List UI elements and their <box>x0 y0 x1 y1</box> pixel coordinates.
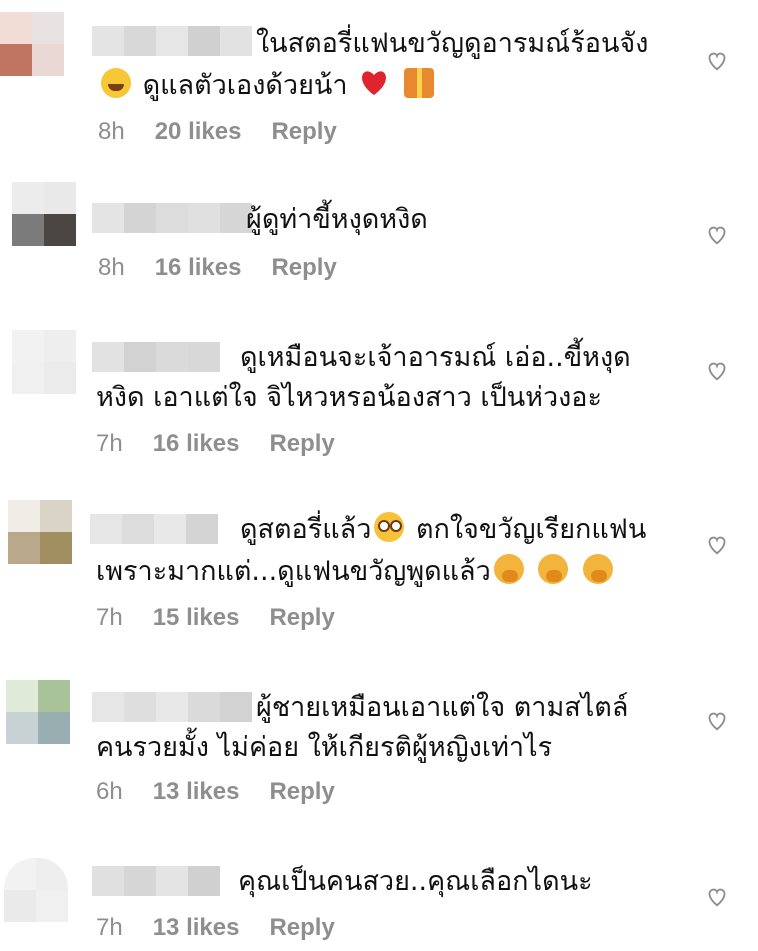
like-heart-icon[interactable] <box>706 886 728 908</box>
timestamp: 6h <box>96 778 123 805</box>
comment-meta: 7h 15 likes Reply <box>96 604 335 632</box>
likes-count[interactable]: 15 likes <box>153 604 240 632</box>
avatar[interactable] <box>4 858 68 922</box>
avatar[interactable] <box>12 330 76 394</box>
comment-meta: 8h 20 likes Reply <box>98 118 337 146</box>
likes-count[interactable]: 13 likes <box>153 914 240 942</box>
username-blurred[interactable] <box>90 514 218 544</box>
face-with-hand-over-mouth-emoji <box>493 554 524 584</box>
comment-text-line2: เพราะมากแต่...ดูแฟนขวัญพูดแล้ว <box>96 552 616 592</box>
like-heart-icon[interactable] <box>706 360 728 382</box>
username-blurred[interactable] <box>92 692 252 722</box>
comment-text: ผู้ดูท่าขี้หงุดหงิด <box>246 204 428 235</box>
reply-button[interactable]: Reply <box>269 778 334 806</box>
comment-text-line2: หงิด เอาแต่ใจ จิไหวหรอน้องสาว เป็นห่วงอะ <box>96 382 603 413</box>
comment-text-line2: ดูแลตัวเองด้วยน้า <box>98 66 437 106</box>
username-blurred[interactable] <box>92 26 252 56</box>
like-heart-icon[interactable] <box>706 710 728 732</box>
comment-meta: 7h 16 likes Reply <box>96 430 335 458</box>
comment-text: คุณเป็นคนสวย..คุณเลือกไดนะ <box>238 866 593 897</box>
wrapped-gift-emoji <box>403 68 434 98</box>
reply-button[interactable]: Reply <box>269 914 334 942</box>
comment-meta: 8h 16 likes Reply <box>98 254 337 282</box>
username-blurred[interactable] <box>92 866 220 896</box>
face-with-hand-over-mouth-emoji <box>538 554 569 584</box>
like-heart-icon[interactable] <box>706 224 728 246</box>
username-blurred[interactable] <box>92 203 252 233</box>
comment-text-line2: คนรวยมั้ง ไม่ค่อย ให้เกียรติผู้หญิงเท่าไ… <box>96 732 553 763</box>
timestamp: 7h <box>96 430 123 457</box>
timestamp: 7h <box>96 604 123 631</box>
timestamp: 8h <box>98 254 125 281</box>
reply-button[interactable]: Reply <box>269 430 334 458</box>
avatar[interactable] <box>12 182 76 246</box>
likes-count[interactable]: 16 likes <box>155 254 242 282</box>
comment-meta: 7h 13 likes Reply <box>96 914 335 942</box>
avatar[interactable] <box>0 12 64 76</box>
timestamp: 7h <box>96 914 123 941</box>
reply-button[interactable]: Reply <box>269 604 334 632</box>
likes-count[interactable]: 13 likes <box>153 778 240 806</box>
username-blurred[interactable] <box>92 342 220 372</box>
red-heart-emoji <box>362 71 387 95</box>
flushed-face-emoji <box>374 512 405 542</box>
avatar[interactable] <box>8 500 72 564</box>
likes-count[interactable]: 16 likes <box>153 430 240 458</box>
like-heart-icon[interactable] <box>706 534 728 556</box>
comment-meta: 6h 13 likes Reply <box>96 778 335 806</box>
comment-text: ผู้ชายเหมือนเอาแต่ใจ ตามสไตล์ <box>256 692 629 723</box>
reply-button[interactable]: Reply <box>271 118 336 146</box>
avatar[interactable] <box>6 680 70 744</box>
face-with-hand-over-mouth-emoji <box>582 554 613 584</box>
comment-text: ในสตอรี่แฟนขวัญดูอารมณ์ร้อนจัง <box>256 28 649 59</box>
reply-button[interactable]: Reply <box>271 254 336 282</box>
comment-text: ดูสตอรี่แล้ว ตกใจขวัญเรียกแฟน <box>240 512 647 545</box>
timestamp: 8h <box>98 118 125 145</box>
smiling-face-with-sweat-emoji <box>101 68 131 98</box>
comment-text: ดูเหมือนจะเจ้าอารมณ์ เอ่อ..ขี้หงุด <box>240 342 631 373</box>
likes-count[interactable]: 20 likes <box>155 118 242 146</box>
like-heart-icon[interactable] <box>706 50 728 72</box>
